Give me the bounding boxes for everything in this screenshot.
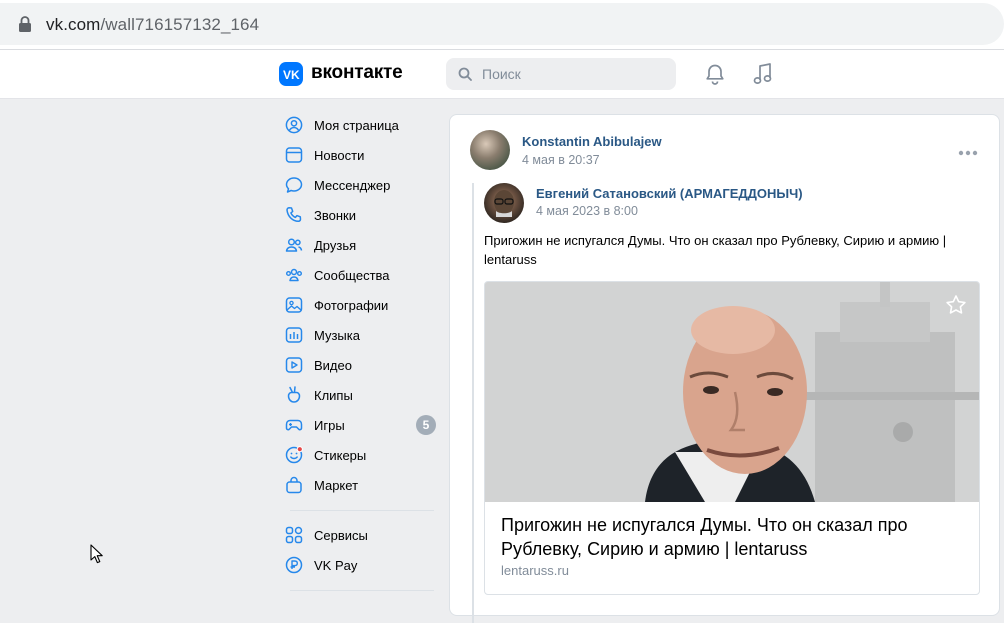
omnibox[interactable]: vk.com/wall716157132_164 — [0, 3, 1004, 45]
stickers-icon — [285, 446, 303, 464]
sidebar-item-clips[interactable]: Клипы — [282, 380, 442, 410]
sidebar-item-market[interactable]: Маркет — [282, 470, 442, 500]
vk-logo-text[interactable]: вконтакте — [311, 62, 403, 84]
sidebar-item-messenger[interactable]: Мессенджер — [282, 170, 442, 200]
wall-post: Konstantin Abibulajew 4 мая в 20:37 Евге… — [449, 114, 1000, 623]
star-icon[interactable] — [945, 294, 967, 316]
post-text: Пригожин не испугался Думы. Что он сказа… — [484, 233, 947, 267]
snippet-photo[interactable] — [485, 282, 979, 502]
repost-author-name[interactable]: Евгений Сатановский (АРМАГЕДДОНЫЧ) — [536, 186, 803, 201]
games-count-badge: 5 — [416, 415, 436, 435]
phone-icon — [286, 207, 302, 223]
left-sidebar: Моя страница Новости Мессенджер Звонки Д… — [282, 110, 442, 600]
search-input[interactable]: Поиск — [446, 58, 676, 90]
sidebar-item-label: Звонки — [314, 208, 356, 223]
sidebar-item-label: Маркет — [314, 478, 359, 493]
photo-icon — [285, 297, 303, 313]
sidebar-item-music[interactable]: Музыка — [282, 320, 442, 350]
news-icon — [285, 147, 303, 163]
sidebar-item-label: Стикеры — [314, 448, 367, 463]
snippet-source: lentaruss.ru — [501, 563, 569, 578]
sidebar-divider — [290, 510, 434, 511]
music-icon — [285, 327, 303, 343]
friends-icon — [285, 238, 303, 252]
sidebar-item-news[interactable]: Новости — [282, 140, 442, 170]
sidebar-item-games[interactable]: Игры 5 — [282, 410, 442, 440]
svg-text:VK: VK — [283, 68, 300, 82]
clips-icon — [287, 386, 301, 403]
sidebar-item-friends[interactable]: Друзья — [282, 230, 442, 260]
sidebar-item-photos[interactable]: Фотографии — [282, 290, 442, 320]
repost-author-avatar[interactable] — [484, 183, 524, 223]
vk-logo-icon[interactable]: VK — [279, 62, 303, 86]
message-icon — [285, 177, 303, 193]
music-icon[interactable] — [752, 62, 774, 86]
mouse-cursor-icon — [90, 544, 103, 564]
url-host: vk.com — [46, 15, 101, 34]
sidebar-item-label: Моя страница — [314, 118, 399, 133]
vk-header: VK вконтакте Поиск — [0, 50, 1004, 99]
search-icon — [458, 67, 472, 81]
sidebar-item-label: Новости — [314, 148, 365, 163]
post-date[interactable]: 4 мая в 20:37 — [522, 153, 600, 167]
sidebar-item-services[interactable]: Сервисы — [282, 520, 442, 550]
services-icon — [285, 526, 303, 544]
sidebar-item-calls[interactable]: Звонки — [282, 200, 442, 230]
sidebar-item-label: VK Pay — [314, 558, 358, 573]
sidebar-item-communities[interactable]: Сообщества — [282, 260, 442, 290]
link-snippet[interactable]: Пригожин не испугался Думы. Что он сказа… — [484, 281, 980, 595]
more-options-icon[interactable] — [958, 150, 978, 156]
vkpay-icon — [285, 556, 303, 574]
sidebar-item-my-page[interactable]: Моя страница — [282, 110, 442, 140]
url-path: /wall716157132_164 — [100, 15, 260, 34]
bell-icon[interactable] — [704, 63, 726, 85]
search-placeholder: Поиск — [482, 66, 521, 82]
sidebar-item-stickers[interactable]: Стикеры — [282, 440, 442, 470]
post-author-name[interactable]: Konstantin Abibulajew — [522, 134, 662, 149]
market-icon — [286, 476, 302, 494]
lock-icon[interactable] — [18, 16, 32, 32]
sidebar-item-vkpay[interactable]: VK Pay — [282, 550, 442, 580]
repost-border — [472, 183, 474, 623]
sidebar-item-label: Игры — [314, 418, 345, 433]
communities-icon — [286, 268, 302, 282]
author-avatar[interactable] — [470, 130, 510, 170]
snippet-title[interactable]: Пригожин не испугался Думы. Что он сказа… — [501, 513, 961, 561]
sidebar-item-label: Клипы — [314, 388, 353, 403]
sidebar-item-label: Сообщества — [314, 268, 390, 283]
url-text[interactable]: vk.com/wall716157132_164 — [46, 15, 259, 35]
sidebar-item-label: Друзья — [314, 238, 357, 253]
repost-date[interactable]: 4 мая 2023 в 8:00 — [536, 204, 638, 218]
sidebar-item-label: Сервисы — [314, 528, 368, 543]
games-icon — [285, 419, 303, 431]
user-circle-icon — [285, 116, 303, 134]
sidebar-item-label: Музыка — [314, 328, 360, 343]
sidebar-item-video[interactable]: Видео — [282, 350, 442, 380]
sidebar-item-label: Фотографии — [314, 298, 389, 313]
browser-address-bar: vk.com/wall716157132_164 — [0, 0, 1004, 50]
sidebar-divider — [290, 590, 434, 591]
sidebar-item-label: Видео — [314, 358, 352, 373]
sidebar-item-label: Мессенджер — [314, 178, 391, 193]
video-icon — [285, 357, 303, 373]
